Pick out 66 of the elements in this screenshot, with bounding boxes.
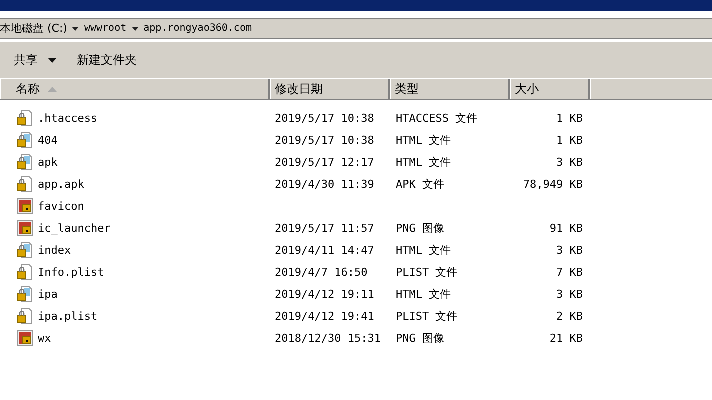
column-header[interactable]: 大小 [510, 79, 590, 99]
locked-file-icon [17, 242, 33, 258]
table-cell: HTML 文件 [396, 134, 452, 146]
locked-file-icon [17, 264, 33, 280]
locked-file-icon [17, 132, 33, 148]
file-name[interactable]: favicon [38, 200, 84, 212]
table-cell: 2019/4/12 19:41 [275, 310, 374, 322]
table-cell: 2019/4/7 16:50 [275, 266, 368, 278]
locked-file-icon [17, 286, 33, 302]
table-cell: PNG 图像 [396, 222, 444, 234]
table-cell: 2 KB [556, 310, 583, 322]
sort-icon [48, 86, 57, 92]
table-cell: HTML 文件 [396, 244, 452, 256]
caret-icon [48, 58, 57, 62]
table-cell: 2019/5/17 11:57 [275, 222, 374, 234]
table-cell: 1 KB [556, 112, 583, 124]
file-name[interactable]: Info.plist [38, 266, 104, 278]
locked-image-icon [17, 220, 33, 236]
table-cell: 2019/5/17 10:38 [275, 134, 374, 146]
table-cell: 2019/5/17 12:17 [275, 156, 374, 168]
file-name[interactable]: wx [38, 332, 52, 344]
table-cell: PLIST 文件 [396, 266, 458, 278]
locked-file-icon [17, 176, 33, 192]
table-cell: 21 KB [550, 332, 583, 344]
locked-file-icon [17, 110, 33, 126]
table-cell: 3 KB [556, 156, 583, 168]
toolbar-button[interactable]: 新建文件夹 [69, 48, 145, 72]
table-cell: 2018/12/30 15:31 [275, 332, 381, 344]
table-cell: APK 文件 [396, 178, 444, 190]
table-cell: 2019/4/12 19:11 [275, 288, 374, 300]
file-name[interactable]: apk [38, 156, 58, 168]
table-cell: PLIST 文件 [396, 310, 458, 322]
table-cell: PNG 图像 [396, 332, 444, 344]
file-name[interactable]: ipa.plist [38, 310, 98, 322]
locked-image-icon [17, 330, 33, 346]
file-name[interactable]: ipa [38, 288, 58, 300]
locked-file-icon [17, 154, 33, 170]
file-name[interactable]: app.apk [38, 178, 84, 190]
table-cell: HTML 文件 [396, 156, 452, 168]
table-cell: HTACCESS 文件 [396, 112, 478, 124]
file-name[interactable]: ic_launcher [38, 222, 111, 234]
table-cell: 91 KB [550, 222, 583, 234]
breadcrumb-segment[interactable]: 本地磁盘 (C:) [0, 21, 68, 36]
file-name[interactable]: .htaccess [38, 112, 98, 124]
table-cell: 78,949 KB [523, 178, 583, 190]
table-cell: 2019/4/30 11:39 [275, 178, 374, 190]
caret-icon[interactable] [72, 26, 80, 30]
breadcrumb-segment[interactable]: wwwroot [84, 23, 127, 34]
address-bar[interactable]: 本地磁盘 (C:) wwwroot app.rongyao360.com [0, 18, 712, 39]
table-cell: 3 KB [556, 288, 583, 300]
file-name[interactable]: index [38, 244, 72, 256]
toolbar-button[interactable]: 共享 [6, 48, 65, 72]
column-header[interactable]: 修改日期 [270, 79, 390, 99]
caret-icon[interactable] [132, 26, 139, 30]
column-header[interactable]: 类型 [390, 79, 510, 99]
table-cell: 2019/5/17 10:38 [275, 112, 374, 124]
table-cell: 7 KB [556, 266, 583, 278]
table-cell: 3 KB [556, 244, 583, 256]
locked-file-icon [17, 308, 33, 324]
table-cell: HTML 文件 [396, 288, 452, 300]
column-header[interactable]: 名称 [0, 79, 270, 99]
table-cell: 1 KB [556, 134, 583, 146]
table-cell: 2019/4/11 14:47 [275, 244, 374, 256]
file-name[interactable]: 404 [38, 134, 58, 146]
breadcrumb-segment[interactable]: app.rongyao360.com [144, 23, 252, 34]
locked-image-icon [17, 198, 33, 214]
